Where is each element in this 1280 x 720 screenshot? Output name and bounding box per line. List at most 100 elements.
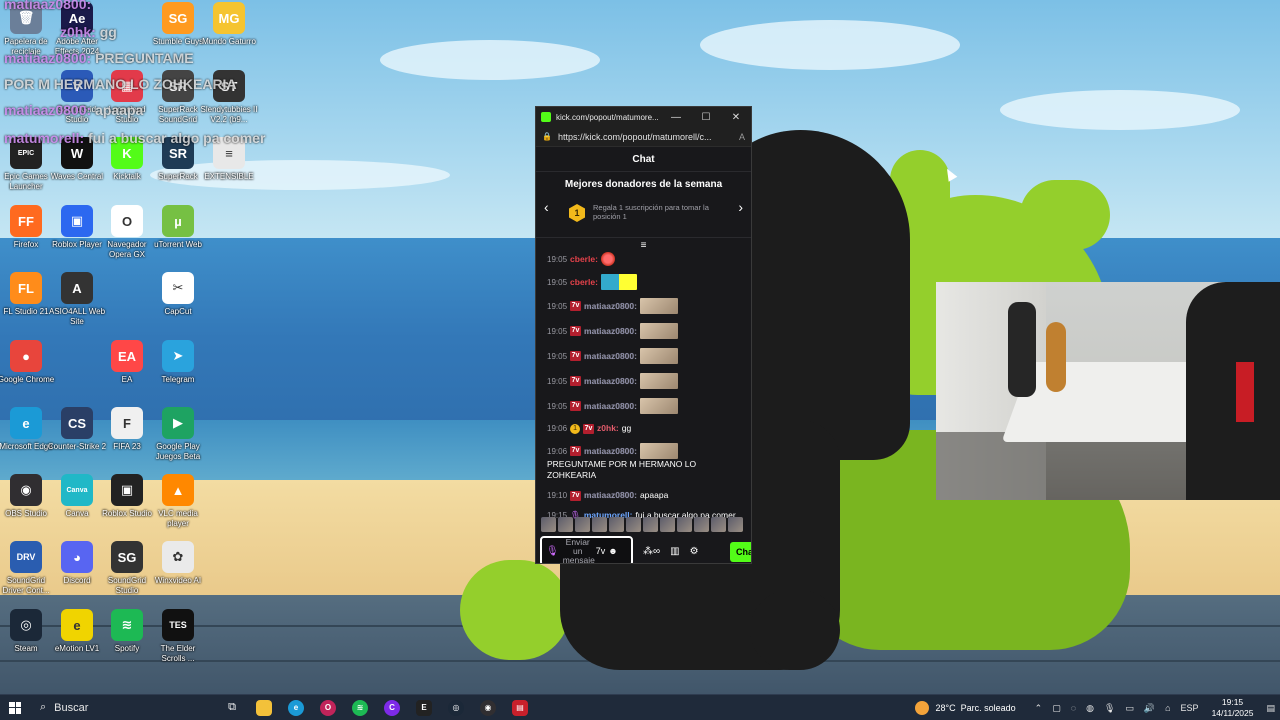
emote-image[interactable] (639, 443, 678, 459)
message-username[interactable]: cberle: (570, 254, 598, 265)
canva-taskbar-icon[interactable]: C (376, 696, 408, 720)
message-username[interactable]: matiaaz0800: (584, 351, 637, 362)
message-username[interactable]: matiaaz0800: (584, 490, 637, 501)
chat-message[interactable]: 19:05 7v matiaaz0800: (547, 373, 743, 389)
desktop-shortcut[interactable]: A ASIO4ALL Web Site (47, 272, 107, 327)
file-explorer-icon[interactable] (248, 696, 280, 720)
emote-image[interactable] (639, 323, 678, 339)
message-username[interactable]: z0hk: (597, 423, 619, 434)
tray-app-icon[interactable]: ◍ (1086, 703, 1094, 714)
windows-logo-icon (9, 701, 21, 714)
volume-icon[interactable]: 🔊 (1144, 703, 1155, 714)
language-indicator[interactable]: ESP (1181, 703, 1199, 713)
chat-message[interactable]: 19:10 7v matiaaz0800: apaapa (547, 490, 743, 501)
emote[interactable] (592, 517, 607, 532)
desktop-shortcut[interactable]: TES The Elder Scrolls ... (148, 609, 208, 664)
battery-icon[interactable]: ▭ (1125, 703, 1134, 714)
emote[interactable] (694, 517, 709, 532)
settings-gear-icon[interactable]: ⚙ (690, 546, 699, 557)
weather-widget[interactable]: 28°C Parc. soleado (915, 701, 1016, 715)
emote-image[interactable] (639, 398, 678, 414)
desktop-shortcut[interactable]: ✂ CapCut (148, 272, 208, 317)
desktop-shortcut[interactable]: MG Mundo Gaturro (199, 2, 259, 47)
chat-input[interactable]: 🎙 Enviar un mensaje 7v ☻ (540, 536, 633, 563)
chat-message[interactable]: 19:06 7v matiaaz0800: PREGUNTAME POR M HERM… (547, 443, 743, 481)
chat-message[interactable]: 19:05 7v matiaaz0800: (547, 348, 743, 364)
chat-messages[interactable]: 19:05 cberle: 19:05 cberle: 19:05 7v matiaaz08… (536, 252, 751, 521)
message-username[interactable]: matiaaz0800: (584, 446, 637, 457)
maximize-icon[interactable]: ☐ (691, 107, 721, 127)
kicks-icon[interactable]: ⁂∞ (643, 546, 660, 557)
emote[interactable] (626, 517, 641, 532)
emote-image[interactable] (639, 348, 678, 364)
tray-app-icon[interactable]: ◌ (1071, 703, 1076, 713)
emote[interactable] (643, 517, 658, 532)
obs-icon: ◉ (10, 474, 42, 506)
kick-chat-popout-window[interactable]: kick.com/popout/matumore... — ☐ ✕ 🔒 http… (535, 106, 752, 564)
minimize-icon[interactable]: — (661, 107, 691, 127)
emote[interactable] (609, 517, 624, 532)
start-button[interactable] (0, 701, 30, 714)
obs-taskbar-icon[interactable]: ◉ (472, 696, 504, 720)
desktop-shortcut[interactable]: µ uTorrent Web (148, 205, 208, 250)
desktop-shortcut[interactable]: ● Google Chrome (0, 340, 56, 385)
send-chat-button[interactable]: Chat (730, 542, 751, 562)
chat-message[interactable]: 19:05 7v matiaaz0800: (547, 398, 743, 414)
microphone-icon[interactable]: 🎙 (1104, 703, 1115, 714)
address-bar[interactable]: 🔒 https://kick.com/popout/matumorell/c..… (536, 127, 751, 147)
tray-app-icon[interactable]: ▢ (1052, 703, 1061, 714)
epic-games-taskbar-icon[interactable]: E (408, 696, 440, 720)
emote[interactable] (558, 517, 573, 532)
emote[interactable] (575, 517, 590, 532)
emoji-icon[interactable]: ☻ (608, 546, 617, 556)
desktop-shortcut[interactable]: ✿ Winxvideo AI (148, 541, 208, 586)
read-aloud-icon[interactable]: A (739, 132, 745, 142)
gift-icon[interactable]: ▥ (670, 546, 679, 557)
taskbar-search[interactable]: ⌕ Buscar (30, 696, 216, 720)
close-icon[interactable]: ✕ (721, 107, 751, 127)
chat-message[interactable]: 19:05 7v matiaaz0800: (547, 323, 743, 339)
emote-image[interactable] (600, 252, 615, 266)
message-username[interactable]: matiaaz0800: (584, 376, 637, 387)
chat-message[interactable]: 19:05 7v matiaaz0800: (547, 298, 743, 314)
emote[interactable] (711, 517, 726, 532)
message-username[interactable]: matiaaz0800: (584, 326, 637, 337)
steam-icon: ◎ (10, 609, 42, 641)
pinned-collapse-icon[interactable]: ≡ (536, 238, 751, 252)
desktop-shortcut[interactable]: ▶ Google Play Juegos Beta (148, 407, 208, 462)
emote-image[interactable] (600, 274, 637, 290)
app-taskbar-icon[interactable]: ▤ (504, 696, 536, 720)
desktop-shortcut[interactable]: ➤ Telegram (148, 340, 208, 385)
clock[interactable]: 19:15 14/11/2025 (1212, 697, 1254, 719)
emote-image[interactable] (639, 373, 678, 389)
7tv-icon[interactable]: 7v (596, 546, 606, 556)
window-title: kick.com/popout/matumore... (556, 112, 659, 122)
chat-message[interactable]: 19:05 cberle: (547, 252, 743, 266)
network-icon[interactable]: ⌂ (1165, 703, 1170, 713)
emote-image[interactable] (639, 298, 678, 314)
soundgrid-studio-icon: SG (111, 541, 143, 573)
spotify-taskbar-icon[interactable]: ≋ (344, 696, 376, 720)
opera-gx-taskbar-icon[interactable]: O (312, 696, 344, 720)
url-text[interactable]: https://kick.com/popout/matumorell/c... (558, 132, 739, 142)
chevron-up-icon[interactable]: ⌃ (1035, 703, 1043, 714)
chat-message[interactable]: 19:06 1 7v z0hk: gg (547, 423, 743, 434)
message-username[interactable]: matiaaz0800: (584, 301, 637, 312)
chat-message[interactable]: 19:05 cberle: (547, 274, 743, 290)
chevron-left-icon[interactable]: ‹ (544, 199, 549, 215)
kick-logo-icon (541, 112, 551, 122)
edge-taskbar-icon[interactable]: e (280, 696, 312, 720)
task-view-icon[interactable]: ⧉ (216, 696, 248, 720)
message-username[interactable]: cberle: (570, 277, 598, 288)
steam-taskbar-icon[interactable]: ◎ (440, 696, 472, 720)
notification-icon[interactable]: ▤ (1266, 703, 1275, 714)
desktop-shortcut[interactable]: ▲ VLC media player (148, 474, 208, 529)
emote[interactable] (541, 517, 556, 532)
emote[interactable] (728, 517, 743, 532)
message-username[interactable]: matiaaz0800: (584, 401, 637, 412)
quick-emote-bar[interactable] (541, 517, 746, 533)
emote[interactable] (677, 517, 692, 532)
window-title-bar[interactable]: kick.com/popout/matumore... — ☐ ✕ (536, 107, 751, 127)
chevron-right-icon[interactable]: › (738, 199, 743, 215)
emote[interactable] (660, 517, 675, 532)
